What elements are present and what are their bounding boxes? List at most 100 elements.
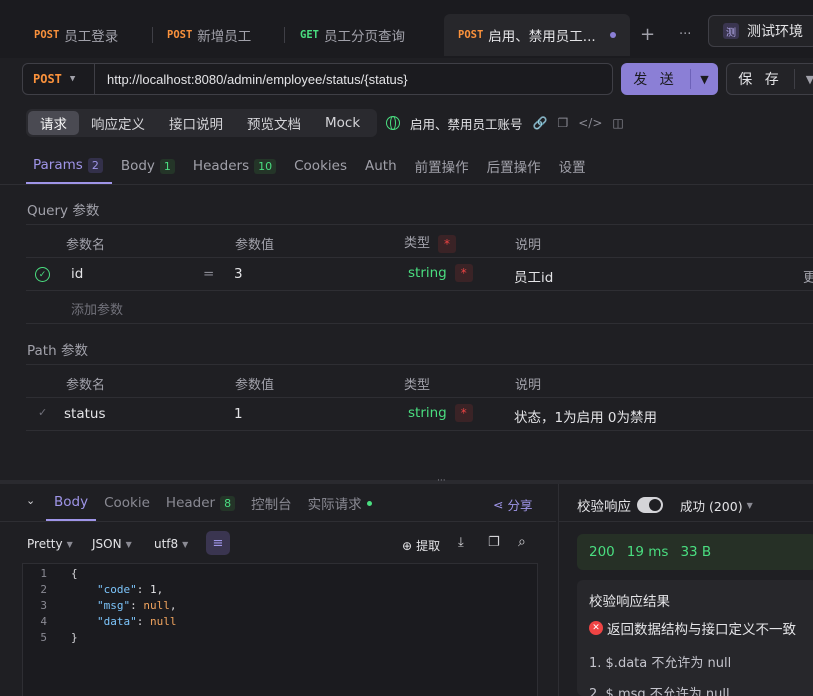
response-status-bar: 200 19 ms 33 B	[577, 534, 813, 570]
method-badge: GET	[300, 29, 319, 41]
chevron-down-icon: ▼	[66, 539, 73, 549]
param-desc[interactable]: 状态，1为启用 0为禁用	[514, 406, 657, 426]
code-line: 5}	[27, 630, 537, 646]
tab-auth[interactable]: Auth	[356, 148, 406, 184]
line-number: 1	[40, 567, 47, 580]
save-button[interactable]: 保 存 ▼	[726, 63, 813, 95]
collapse-chevron-icon[interactable]: ⌄	[26, 494, 35, 507]
tab-settings[interactable]: 设置	[550, 148, 595, 184]
format-value: Pretty	[27, 537, 63, 551]
method-value: POST	[33, 72, 62, 86]
tab-employee-page-query[interactable]: GET 员工分页查询	[286, 14, 419, 56]
error-item: 1. $.data 不允许为 null	[589, 656, 732, 671]
param-tabs: Params 2 Body 1 Headers 10 Cookies Auth 前置操…	[26, 148, 595, 184]
add-tab-icon[interactable]: +	[640, 26, 655, 44]
json-value: 1	[150, 583, 157, 596]
tab-post-ops[interactable]: 后置操作	[478, 148, 550, 184]
more-icon[interactable]: ···	[679, 27, 691, 42]
environment-selector[interactable]: 测 测试环境	[708, 15, 813, 47]
response-tabs: Body Cookie Header 8 控制台 实际请求	[46, 485, 380, 521]
tab-enable-disable-employee[interactable]: POST 启用、禁用员工...	[444, 14, 630, 56]
param-desc[interactable]: 员工id	[514, 266, 553, 286]
checkbox-checked-icon[interactable]: ✓	[35, 267, 50, 282]
add-param-input[interactable]: 添加参数	[71, 299, 123, 318]
toggle-switch[interactable]	[637, 497, 663, 513]
col-type: 类型 *	[404, 232, 457, 253]
tab-headers[interactable]: Headers 10	[184, 148, 285, 184]
validation-pane: 校验响应 成功 (200) ▼ 200 19 ms 33 B 校验响应结果 ✕ 返…	[558, 484, 813, 696]
tab-add-employee[interactable]: POST 新增员工	[153, 14, 265, 56]
method-badge: POST	[458, 29, 484, 41]
param-name[interactable]: id	[71, 266, 83, 282]
tab-cookies[interactable]: Cookies	[285, 148, 356, 184]
required-icon[interactable]: *	[454, 404, 473, 422]
extract-label: 提取	[416, 539, 441, 553]
required-icon[interactable]: *	[454, 264, 473, 282]
encoding-select[interactable]: utf8 ▼	[154, 537, 188, 551]
tab-employee-login[interactable]: POST 员工登录	[20, 14, 132, 56]
param-value[interactable]: 1	[234, 406, 243, 422]
url-input[interactable]: http://localhost:8080/admin/employee/sta…	[95, 72, 408, 87]
tab-response-body[interactable]: Body	[46, 485, 97, 521]
param-value[interactable]: 3	[234, 266, 243, 282]
tab-label: Params	[33, 157, 83, 173]
mode-tab-response-def[interactable]: 响应定义	[79, 111, 157, 135]
code-viewer[interactable]: 1{ 2 "code": 1, 3 "msg": null, 4 "data": nu…	[22, 563, 538, 696]
validation-result-box: 校验响应结果 ✕ 返回数据结构与接口定义不一致 1. $.data 不允许为 n…	[577, 580, 813, 696]
copy-icon[interactable]: ❐	[557, 116, 568, 130]
chevron-down-icon[interactable]: ▼	[795, 73, 813, 86]
line-number: 2	[40, 583, 47, 596]
param-type[interactable]: string *	[408, 404, 473, 422]
chevron-down-icon: ▼	[69, 74, 76, 84]
share-button[interactable]: ⋖ 分享	[493, 495, 533, 514]
tab-label: 控制台	[251, 497, 292, 513]
check-icon: ✓	[38, 406, 48, 419]
search-icon[interactable]: ⌕	[518, 534, 526, 550]
tab-console[interactable]: 控制台	[243, 485, 300, 521]
download-icon[interactable]: ⤓	[458, 535, 464, 550]
mode-tab-mock[interactable]: Mock	[313, 111, 372, 135]
tab-pre-ops[interactable]: 前置操作	[406, 148, 478, 184]
param-name: status	[64, 406, 106, 422]
mode-tab-api-doc[interactable]: 接口说明	[157, 111, 235, 135]
unsaved-dot-icon	[609, 32, 616, 38]
count-badge: 10	[254, 158, 277, 174]
mode-tab-preview-doc[interactable]: 预览文档	[235, 111, 313, 135]
chevron-down-icon[interactable]: ▼	[691, 73, 718, 86]
link-icon[interactable]: 🔗	[533, 116, 548, 130]
wrap-lines-icon[interactable]: ≡	[206, 531, 230, 555]
save-label: 保 存	[727, 69, 795, 89]
method-select[interactable]: POST ▼	[23, 64, 95, 94]
panel-icon[interactable]: ◫	[612, 116, 623, 130]
error-text: 返回数据结构与接口定义不一致	[607, 622, 796, 638]
tab-body[interactable]: Body 1	[112, 148, 184, 184]
language-value: JSON	[92, 537, 122, 551]
tab-params[interactable]: Params 2	[26, 148, 112, 184]
line-number: 3	[40, 599, 47, 612]
mode-tab-request[interactable]: 请求	[28, 111, 79, 135]
status-select[interactable]: 成功 (200) ▼	[680, 496, 753, 515]
tab-label: Headers	[192, 158, 250, 174]
count-badge: 1	[159, 158, 175, 174]
send-button[interactable]: 发 送 ▼	[621, 63, 718, 95]
type-value: string	[408, 405, 447, 421]
code-icon[interactable]: </>	[578, 116, 602, 130]
tab-response-header[interactable]: Header 8	[158, 485, 243, 521]
json-key: "data"	[97, 615, 137, 628]
validation-toggle[interactable]: 校验响应	[577, 495, 663, 515]
tab-actual-request[interactable]: 实际请求	[300, 485, 380, 521]
language-select[interactable]: JSON ▼	[92, 537, 132, 551]
format-select[interactable]: Pretty ▼	[27, 537, 73, 551]
param-type[interactable]: string *	[408, 264, 473, 282]
code-line: 1{	[27, 566, 537, 582]
col-name: 参数名	[66, 238, 106, 253]
globe-icon	[386, 116, 400, 130]
tab-label: 员工分页查询	[323, 29, 405, 45]
extract-button[interactable]: ⊕ 提取	[402, 537, 440, 554]
tab-label: Cookie	[104, 495, 150, 511]
tab-response-cookie[interactable]: Cookie	[96, 485, 158, 521]
add-param-row: 添加参数	[26, 291, 813, 324]
mode-switcher: 请求 响应定义 接口说明 预览文档 Mock	[26, 109, 377, 137]
copy-icon[interactable]: ❐	[488, 535, 500, 550]
error-icon: ✕	[589, 621, 603, 635]
